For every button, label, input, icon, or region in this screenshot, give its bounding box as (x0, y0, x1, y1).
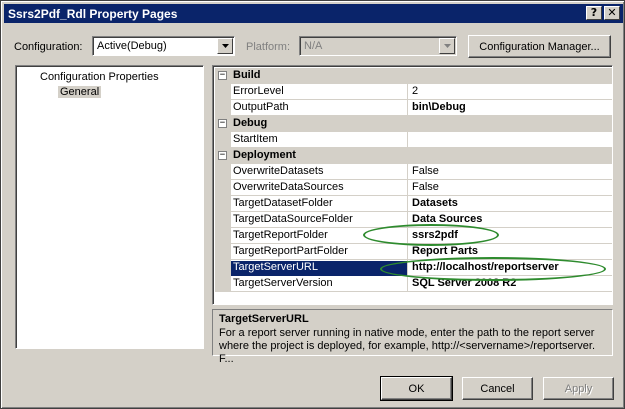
property-name: TargetDatasetFolder (233, 197, 333, 209)
property-row[interactable]: TargetDatasetFolder Datasets (215, 196, 612, 212)
category-deployment[interactable]: − Deployment (215, 148, 612, 164)
category-label: Debug (233, 117, 268, 129)
property-name: OverwriteDatasets (233, 165, 324, 177)
property-value[interactable]: Report Parts (407, 244, 612, 260)
description-text: For a report server running in native mo… (219, 327, 596, 365)
description-panel: TargetServerURL For a report server runn… (212, 309, 613, 365)
description-title: TargetServerURL (219, 313, 309, 325)
apply-label: Apply (564, 382, 593, 395)
ok-button[interactable]: OK (380, 376, 453, 401)
property-row[interactable]: TargetServerVersion SQL Server 2008 R2 (215, 276, 612, 292)
platform-value: N/A (304, 40, 323, 52)
configuration-manager-label: Configuration Manager... (479, 40, 600, 53)
property-row[interactable]: TargetDataSourceFolder Data Sources (215, 212, 612, 228)
property-value[interactable]: ssrs2pdf (407, 228, 612, 244)
property-row[interactable]: StartItem (215, 132, 612, 148)
property-name: StartItem (233, 133, 278, 145)
property-name: TargetServerURL (231, 261, 407, 276)
property-value[interactable]: SQL Server 2008 R2 (407, 276, 612, 292)
property-row-selected[interactable]: TargetServerURL http://localhost/reports… (215, 260, 612, 276)
platform-dropdown: N/A (299, 36, 457, 56)
close-button[interactable]: ✕ (604, 6, 620, 20)
close-icon: ✕ (607, 6, 617, 19)
property-row[interactable]: ErrorLevel 2 (215, 84, 612, 100)
property-name: TargetDataSourceFolder (233, 213, 353, 225)
collapse-icon[interactable]: − (218, 71, 227, 80)
configuration-value: Active(Debug) (97, 40, 167, 52)
configuration-manager-button[interactable]: Configuration Manager... (468, 35, 611, 58)
category-label: Build (233, 69, 261, 81)
property-value[interactable] (407, 132, 612, 148)
apply-button: Apply (543, 377, 614, 400)
property-name: OutputPath (233, 101, 289, 113)
cancel-label: Cancel (480, 382, 515, 395)
property-name: ErrorLevel (233, 85, 284, 97)
property-grid[interactable]: − Build ErrorLevel 2 OutputPath bin\Debu… (212, 65, 613, 305)
cancel-button[interactable]: Cancel (462, 377, 533, 400)
property-row[interactable]: TargetReportFolder ssrs2pdf (215, 228, 612, 244)
property-row[interactable]: OverwriteDatasets False (215, 164, 612, 180)
chevron-down-icon[interactable] (217, 38, 233, 54)
property-pages-dialog: Ssrs2Pdf_Rdl Property Pages ? ✕ Configur… (0, 0, 625, 409)
property-name: TargetReportFolder (233, 229, 328, 241)
property-value[interactable]: 2 (407, 84, 612, 100)
help-icon: ? (590, 6, 598, 19)
title-bar[interactable]: Ssrs2Pdf_Rdl Property Pages ? ✕ (4, 4, 623, 23)
property-value[interactable]: Datasets (407, 196, 612, 212)
category-build[interactable]: − Build (215, 68, 612, 84)
property-name: TargetServerVersion (233, 277, 333, 289)
window-title: Ssrs2Pdf_Rdl Property Pages (8, 6, 178, 21)
property-name: OverwriteDataSources (233, 181, 344, 193)
property-row[interactable]: OverwriteDataSources False (215, 180, 612, 196)
property-value[interactable]: False (407, 164, 612, 180)
property-value[interactable]: Data Sources (407, 212, 612, 228)
category-label: Deployment (233, 149, 296, 161)
property-value[interactable]: False (407, 180, 612, 196)
property-row[interactable]: TargetReportPartFolder Report Parts (215, 244, 612, 260)
collapse-icon[interactable]: − (218, 151, 227, 160)
chevron-down-icon (439, 38, 455, 54)
ok-label: OK (408, 382, 425, 395)
property-value[interactable]: http://localhost/reportserver (407, 260, 612, 276)
configuration-dropdown[interactable]: Active(Debug) (92, 36, 235, 56)
platform-label: Platform: (246, 41, 291, 53)
property-value[interactable]: bin\Debug (407, 100, 612, 116)
property-row[interactable]: OutputPath bin\Debug (215, 100, 612, 116)
category-debug[interactable]: − Debug (215, 116, 612, 132)
property-name: TargetReportPartFolder (233, 245, 348, 257)
configuration-label: Configuration: (14, 41, 83, 53)
category-tree[interactable]: Configuration Properties General (15, 65, 204, 349)
collapse-icon[interactable]: − (218, 119, 227, 128)
help-button[interactable]: ? (586, 6, 602, 20)
tree-item-configuration-properties[interactable]: Configuration Properties (40, 71, 159, 83)
tree-item-general[interactable]: General (58, 86, 102, 98)
